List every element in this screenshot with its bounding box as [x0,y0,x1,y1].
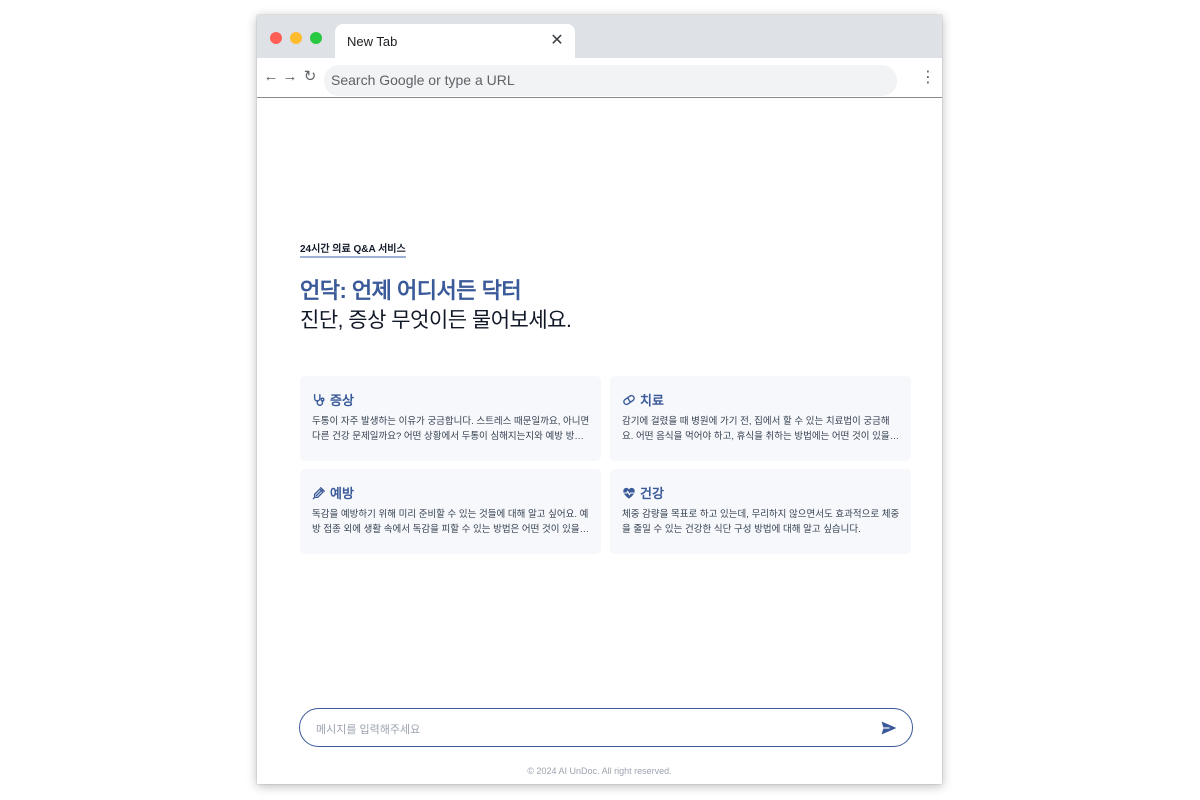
card-question: 감기에 걸렸을 때 병원에 가기 전, 집에서 할 수 있는 치료법이 궁금해요… [622,416,899,442]
arrow-left-icon[interactable]: ← [261,67,281,87]
card-title: 예방 [330,486,354,501]
send-icon[interactable] [880,719,898,737]
tab-title: New Tab [347,34,398,49]
heart-pulse-icon [622,486,636,500]
footer-copyright: © 2024 AI UnDoc. All right reserved. [527,766,672,776]
arrow-right-icon[interactable]: → [280,67,300,87]
more-vertical-icon[interactable]: ⋮ [920,67,936,89]
pill-icon [622,393,636,407]
suggestion-card-symptoms[interactable]: 증상 두통이 자주 발생하는 이유가 궁금합니다. 스트레스 때문일까요, 아니… [300,376,601,461]
syringe-icon [312,486,326,500]
window-close-button[interactable] [270,32,282,44]
tab-new-tab[interactable]: New Tab ✕ [335,24,575,58]
card-title: 증상 [330,393,354,408]
stethoscope-icon [312,393,326,407]
window-maximize-button[interactable] [310,32,322,44]
message-input[interactable]: 메시지를 입력해주세요 [299,708,913,747]
page-content: 24시간 의료 Q&A 서비스 언닥: 언제 어디서든 닥터 진단, 증상 무엇… [257,99,942,784]
suggestion-card-health[interactable]: 건강 체중 감량을 목표로 하고 있는데, 무리하지 않으면서도 효과적으로 체… [610,469,911,554]
page-title: 언닥: 언제 어디서든 닥터 [300,278,522,303]
reload-icon[interactable]: ↻ [300,67,320,87]
browser-window: New Tab ✕ ← → ↻ Search Google or type a … [257,15,942,784]
close-icon[interactable]: ✕ [547,31,567,51]
suggestion-card-prevention[interactable]: 예방 독감을 예방하기 위해 미리 준비할 수 있는 것들에 대해 알고 싶어요… [300,469,601,554]
page-subtitle: 진단, 증상 무엇이든 물어보세요. [300,309,572,332]
window-minimize-button[interactable] [290,32,302,44]
card-question: 독감을 예방하기 위해 미리 준비할 수 있는 것들에 대해 알고 싶어요. 예… [312,509,589,535]
tab-strip: New Tab ✕ [257,15,942,58]
suggestion-card-treatment[interactable]: 치료 감기에 걸렸을 때 병원에 가기 전, 집에서 할 수 있는 치료법이 궁… [610,376,911,461]
card-question: 체중 감량을 목표로 하고 있는데, 무리하지 않으면서도 효과적으로 체중을 … [622,509,900,535]
address-bar[interactable]: Search Google or type a URL [324,65,897,96]
service-tagline: 24시간 의료 Q&A 서비스 [300,244,406,258]
card-title: 건강 [640,486,664,501]
card-question: 두통이 자주 발생하는 이유가 궁금합니다. 스트레스 때문일까요, 아니면 다… [312,416,590,442]
card-title: 치료 [640,393,664,408]
message-input-placeholder: 메시지를 입력해주세요 [316,724,421,736]
browser-toolbar: ← → ↻ Search Google or type a URL ⋮ [257,58,942,98]
